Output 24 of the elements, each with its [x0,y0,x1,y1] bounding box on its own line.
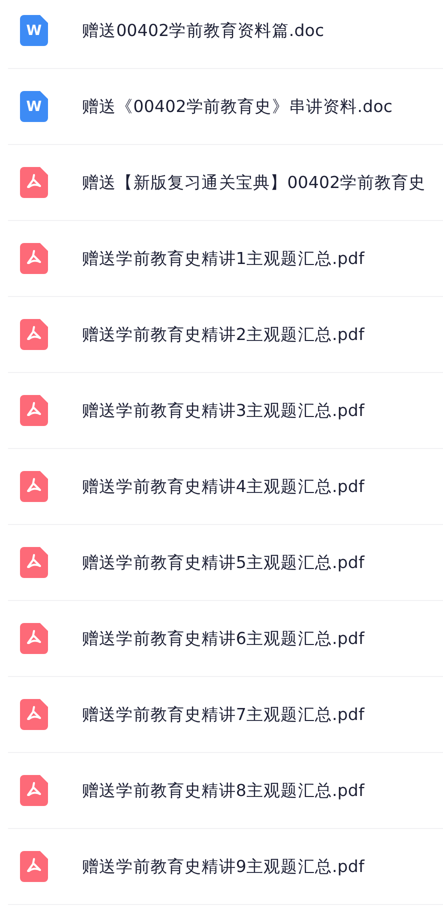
file-name: 赠送学前教育史精讲6主观题汇总.pdf [82,628,364,650]
pdf-file-icon [20,243,48,274]
pdf-file-icon [20,395,48,426]
file-name: 赠送学前教育史精讲9主观题汇总.pdf [82,856,364,878]
file-name: 赠送学前教育史精讲3主观题汇总.pdf [82,400,364,422]
pdf-file-icon [20,699,48,730]
pdf-file-icon [20,167,48,198]
file-name: 赠送学前教育史精讲2主观题汇总.pdf [82,324,364,346]
file-name: 赠送【新版复习通关宝典】00402学前教育史 [82,172,426,194]
pdf-file-icon [20,471,48,502]
pdf-file-icon [20,319,48,350]
file-name: 赠送学前教育史精讲1主观题汇总.pdf [82,248,364,270]
word-document-icon: W [20,15,48,46]
pdf-file-icon [20,623,48,654]
file-name: 赠送学前教育史精讲4主观题汇总.pdf [82,476,364,498]
pdf-file-icon [20,851,48,882]
file-name: 赠送学前教育史精讲7主观题汇总.pdf [82,704,364,726]
word-document-icon: W [20,91,48,122]
file-name: 赠送《00402学前教育史》串讲资料.doc [82,96,393,118]
file-name: 赠送学前教育史精讲8主观题汇总.pdf [82,780,364,802]
pdf-file-icon [20,775,48,806]
file-name: 赠送00402学前教育资料篇.doc [82,20,324,42]
file-name: 赠送学前教育史精讲5主观题汇总.pdf [82,552,364,574]
pdf-file-icon [20,547,48,578]
